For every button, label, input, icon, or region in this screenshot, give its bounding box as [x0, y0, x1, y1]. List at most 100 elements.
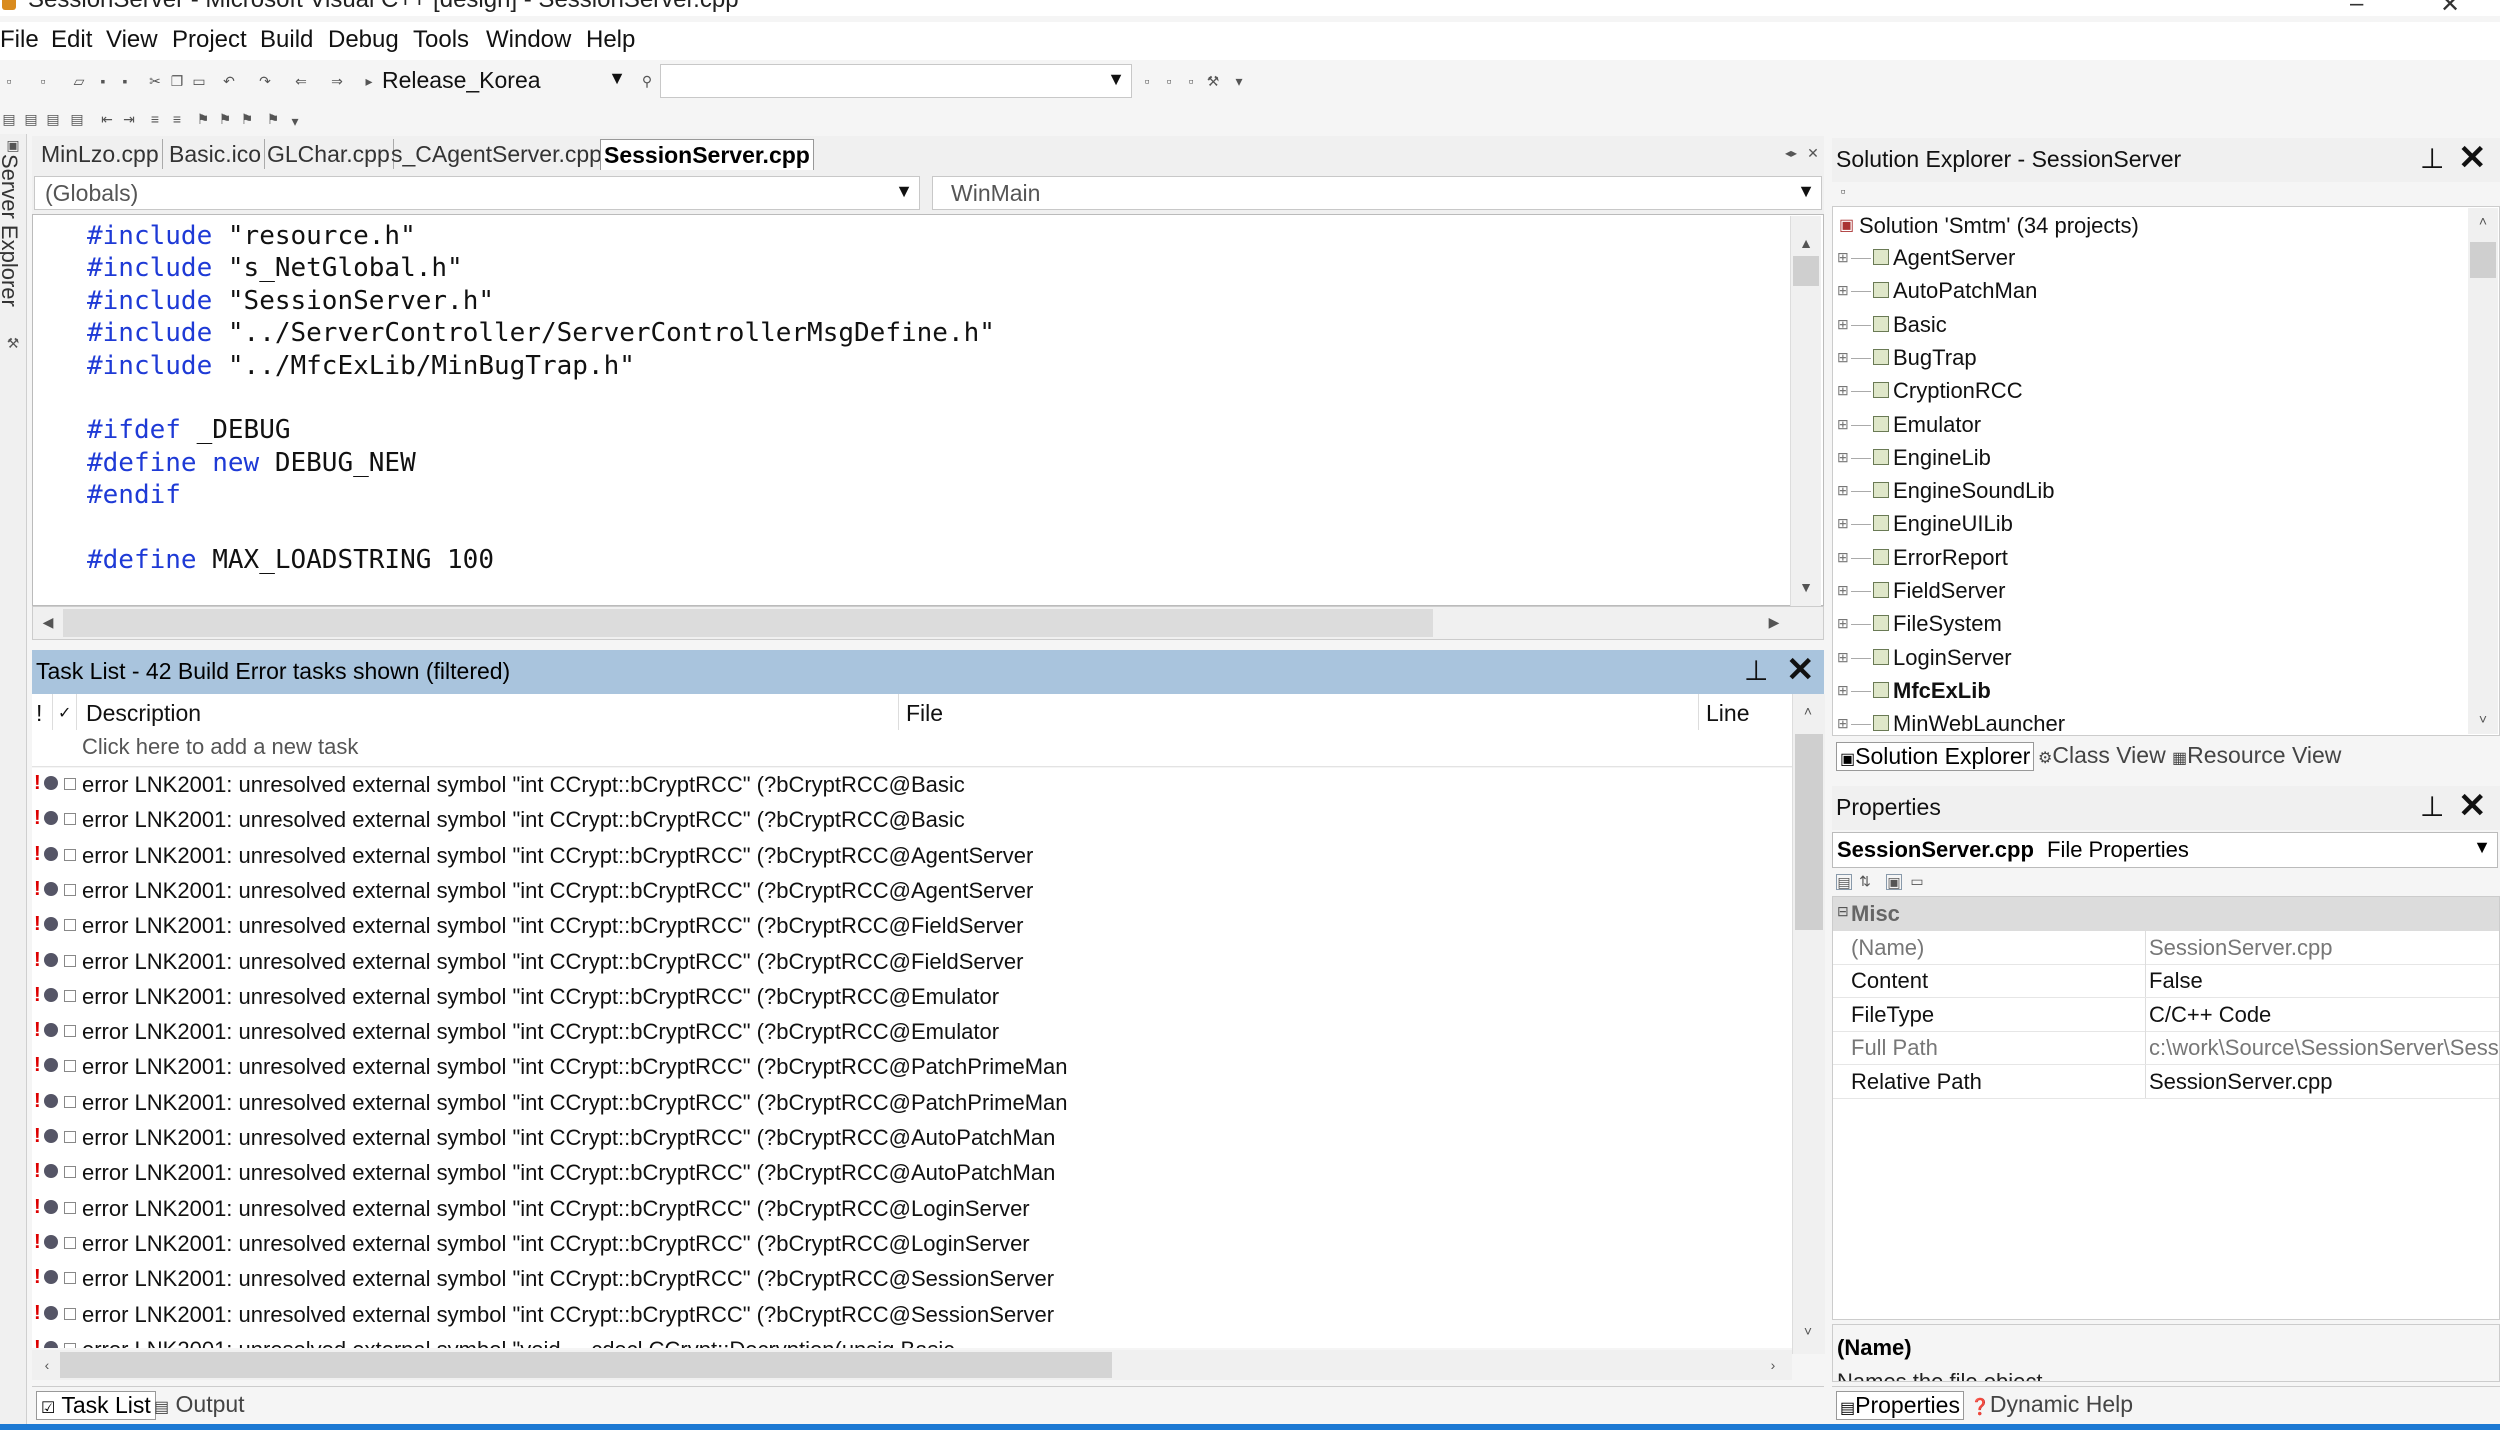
code-line[interactable]: #include "resource.h" — [87, 221, 416, 251]
task-row[interactable]: ! error LNK2001: unresolved external symb… — [32, 1227, 1792, 1262]
scope-combo[interactable]: (Globals) ▼ — [34, 176, 920, 210]
task-checkbox[interactable] — [64, 1025, 76, 1038]
expand-icon[interactable]: ⊞ — [1837, 715, 1849, 732]
property-value[interactable]: SessionServer.cpp — [2149, 935, 2332, 961]
expand-icon[interactable]: ⊞ — [1837, 349, 1849, 366]
task-row[interactable]: ! error LNK2001: unresolved external symb… — [32, 980, 1792, 1015]
expand-icon[interactable]: ⊞ — [1837, 382, 1849, 399]
toolbox-icon[interactable]: ⚒ — [6, 336, 20, 350]
pin-icon[interactable]: ⊥ — [1744, 654, 1768, 687]
expand-icon[interactable]: ⊞ — [1837, 649, 1849, 666]
category-row[interactable]: ⊟ Misc — [1833, 897, 2499, 931]
code-line[interactable]: #ifdef _DEBUG — [87, 415, 291, 445]
expand-icon[interactable]: ⊞ — [1837, 482, 1849, 499]
outdent-icon[interactable]: ⇤ — [100, 112, 114, 126]
task-row[interactable]: ! error LNK2001: unresolved external symb… — [32, 1121, 1792, 1156]
scroll-thumb[interactable] — [1793, 256, 1819, 286]
menu-edit[interactable]: Edit — [51, 26, 92, 54]
task-checkbox[interactable] — [64, 1201, 76, 1214]
prev-bookmark-icon[interactable]: ⚑ — [240, 112, 254, 126]
task-horizontal-scrollbar[interactable]: ‹ › — [32, 1350, 1792, 1380]
task-row[interactable]: ! error LNK2001: unresolved external symb… — [32, 1298, 1792, 1333]
task-row[interactable]: ! error LNK2001: unresolved external symb… — [32, 1086, 1792, 1121]
expand-icon[interactable]: ⊞ — [1837, 682, 1849, 699]
scroll-thumb[interactable] — [63, 609, 1433, 637]
property-value[interactable]: C/C++ Code — [2149, 1002, 2271, 1028]
task-checkbox[interactable] — [64, 848, 76, 861]
code-line[interactable]: #define new DEBUG_NEW — [87, 448, 416, 478]
tab-dynamic-help[interactable]: ❓Dynamic Help — [1970, 1391, 2133, 1418]
property-row[interactable]: (Name) SessionServer.cpp — [1833, 931, 2499, 965]
pin-icon[interactable]: ⊥ — [2420, 142, 2444, 175]
task-checkbox[interactable] — [64, 1307, 76, 1320]
new-project-icon[interactable]: ▫ — [2, 74, 16, 88]
task-row[interactable]: ! error LNK2001: unresolved external symb… — [32, 1333, 1792, 1348]
expand-icon[interactable]: ⊞ — [1837, 515, 1849, 532]
add-task-hint[interactable]: Click here to add a new task — [82, 734, 358, 760]
list-members-icon[interactable]: ▤ — [2, 112, 16, 126]
scroll-up-icon[interactable]: ˄ — [2476, 214, 2490, 228]
scroll-up-icon[interactable]: ˄ — [1801, 704, 1815, 718]
toolbox-icon[interactable]: ▫ — [1184, 74, 1198, 88]
task-checkbox[interactable] — [64, 1131, 76, 1143]
next-bookmark-icon[interactable]: ⚑ — [218, 112, 232, 126]
task-vertical-scrollbar[interactable]: ˄ ˅ — [1792, 694, 1825, 1354]
properties-object-combo[interactable]: SessionServer.cpp File Properties ▼ — [1832, 832, 2498, 868]
task-checkbox[interactable] — [64, 778, 76, 790]
property-value[interactable]: False — [2149, 968, 2203, 994]
task-checkbox[interactable] — [64, 989, 76, 1002]
expand-icon[interactable]: ⊞ — [1837, 549, 1849, 566]
tab-resource-view[interactable]: ▦Resource View — [2172, 742, 2341, 769]
save-icon[interactable]: ▪ — [96, 74, 110, 88]
task-row[interactable]: ! error LNK2001: unresolved external symb… — [32, 1262, 1792, 1297]
menu-file[interactable]: File — [0, 26, 39, 54]
categorized-icon[interactable]: ▤ — [1836, 874, 1852, 890]
task-row[interactable]: ! error LNK2001: unresolved external symb… — [32, 945, 1792, 980]
task-checkbox[interactable] — [64, 1272, 76, 1285]
code-line[interactable]: #include "SessionServer.h" — [87, 286, 494, 316]
add-task-row[interactable]: Click here to add a new task — [32, 730, 1792, 767]
solution-config-combo[interactable]: Release_Korea ▼ — [372, 64, 632, 98]
scroll-down-icon[interactable]: ▼ — [1799, 580, 1813, 594]
add-item-icon[interactable]: ▫ — [36, 74, 50, 88]
copy-icon[interactable]: ❐ — [170, 74, 184, 88]
member-combo[interactable]: WinMain ▼ — [932, 176, 1822, 210]
bookmark-icon[interactable]: ⚑ — [196, 112, 210, 126]
save-all-icon[interactable]: ▪ — [118, 74, 132, 88]
task-row[interactable]: ! error LNK2001: unresolved external symb… — [32, 909, 1792, 944]
menu-project[interactable]: Project — [172, 26, 247, 54]
property-pages-icon[interactable]: ▭ — [1910, 874, 1924, 888]
quick-info-icon[interactable]: ▤ — [46, 112, 60, 126]
properties-view-icon[interactable]: ▣ — [1886, 874, 1902, 890]
tab-output[interactable]: ▤ Output — [154, 1391, 245, 1418]
task-checkbox[interactable] — [64, 883, 76, 896]
task-checkbox[interactable] — [64, 1342, 76, 1348]
clear-bookmarks-icon[interactable]: ⚑ — [266, 112, 280, 126]
undo-icon[interactable]: ↶ — [222, 74, 236, 88]
task-checkbox[interactable] — [64, 1236, 76, 1249]
menu-tools[interactable]: Tools — [413, 26, 469, 54]
properties-icon[interactable]: ▫ — [1162, 74, 1176, 88]
tab-glchar[interactable]: GLChar.cpp — [264, 139, 394, 169]
property-row[interactable]: Content False — [1833, 964, 2499, 999]
close-tab-icon[interactable]: ✕ — [1806, 146, 1820, 160]
properties-icon[interactable]: ▫ — [1836, 184, 1850, 198]
col-line[interactable]: Line — [1706, 700, 1749, 727]
scroll-thumb[interactable] — [2470, 242, 2496, 278]
paste-icon[interactable]: ▭ — [192, 74, 206, 88]
open-folder-icon[interactable]: ▱ — [72, 74, 86, 88]
task-row[interactable]: ! error LNK2001: unresolved external symb… — [32, 1156, 1792, 1191]
server-explorer-label[interactable]: Server Explorer — [0, 154, 22, 307]
task-checkbox[interactable] — [64, 1166, 76, 1179]
complete-word-icon[interactable]: ▤ — [70, 112, 84, 126]
col-checked[interactable]: ✓ — [58, 703, 71, 723]
overflow-chevron-icon[interactable]: ▾ — [288, 114, 302, 128]
code-line[interactable]: #include "../MfcExLib/MinBugTrap.h" — [87, 351, 635, 381]
scroll-thumb[interactable] — [60, 1352, 1112, 1378]
cut-icon[interactable]: ✂ — [148, 74, 162, 88]
task-row[interactable]: ! error LNK2001: unresolved external symb… — [32, 803, 1792, 838]
scroll-up-icon[interactable]: ▲ — [1799, 236, 1813, 250]
scroll-thumb[interactable] — [1795, 734, 1823, 930]
tab-class-view[interactable]: ⚙Class View — [2038, 742, 2166, 769]
property-value[interactable]: SessionServer.cpp — [2149, 1069, 2332, 1095]
